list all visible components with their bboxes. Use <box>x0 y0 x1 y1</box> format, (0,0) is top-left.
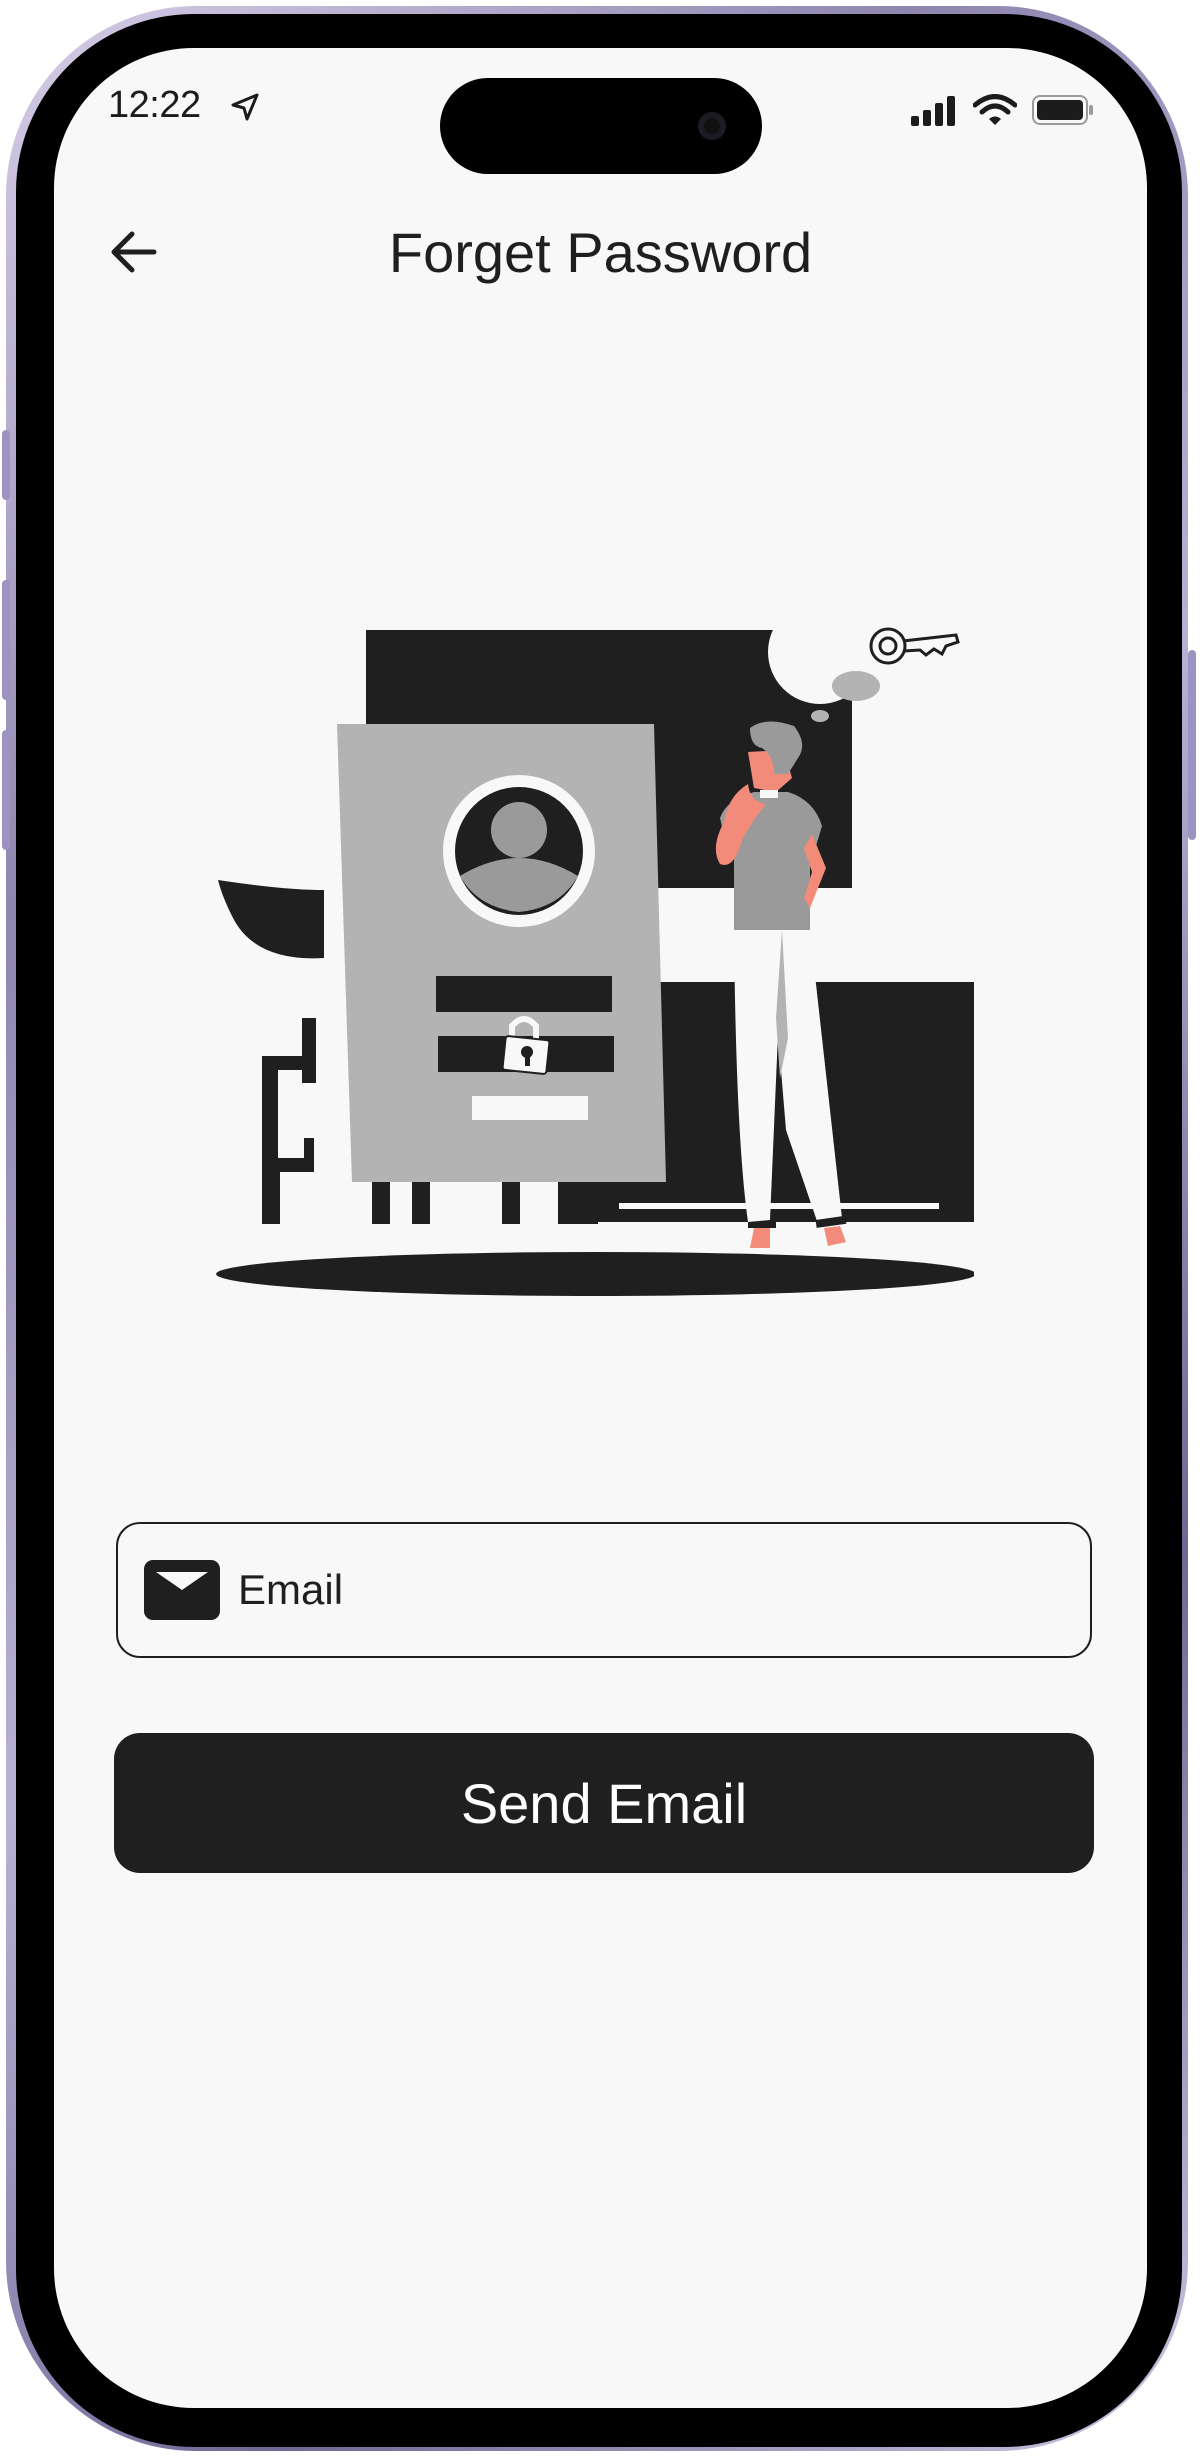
status-time: 12:22 <box>108 84 201 126</box>
app-screen: 12:22 Forget Password Email Send Email <box>54 48 1147 2408</box>
page-title: Forget Password <box>388 221 813 284</box>
send-email-button[interactable]: Send Email <box>114 1733 1094 1873</box>
phone-side-button <box>2 580 10 700</box>
key-icon <box>869 627 960 665</box>
status-icons <box>909 94 1095 126</box>
forgot-password-illustration <box>216 600 974 1296</box>
dynamic-island <box>440 78 762 174</box>
phone-side-button <box>1188 650 1196 840</box>
email-field[interactable] <box>116 1522 1092 1658</box>
camera-icon <box>698 112 726 140</box>
battery-icon <box>1032 95 1093 125</box>
email-input[interactable] <box>238 1550 1058 1630</box>
location-arrow-icon <box>231 93 259 121</box>
wifi-icon <box>973 94 1017 125</box>
cellular-signal-icon <box>911 96 955 126</box>
phone-side-button <box>2 430 10 500</box>
envelope-icon <box>144 1560 220 1620</box>
phone-side-button <box>2 730 10 850</box>
